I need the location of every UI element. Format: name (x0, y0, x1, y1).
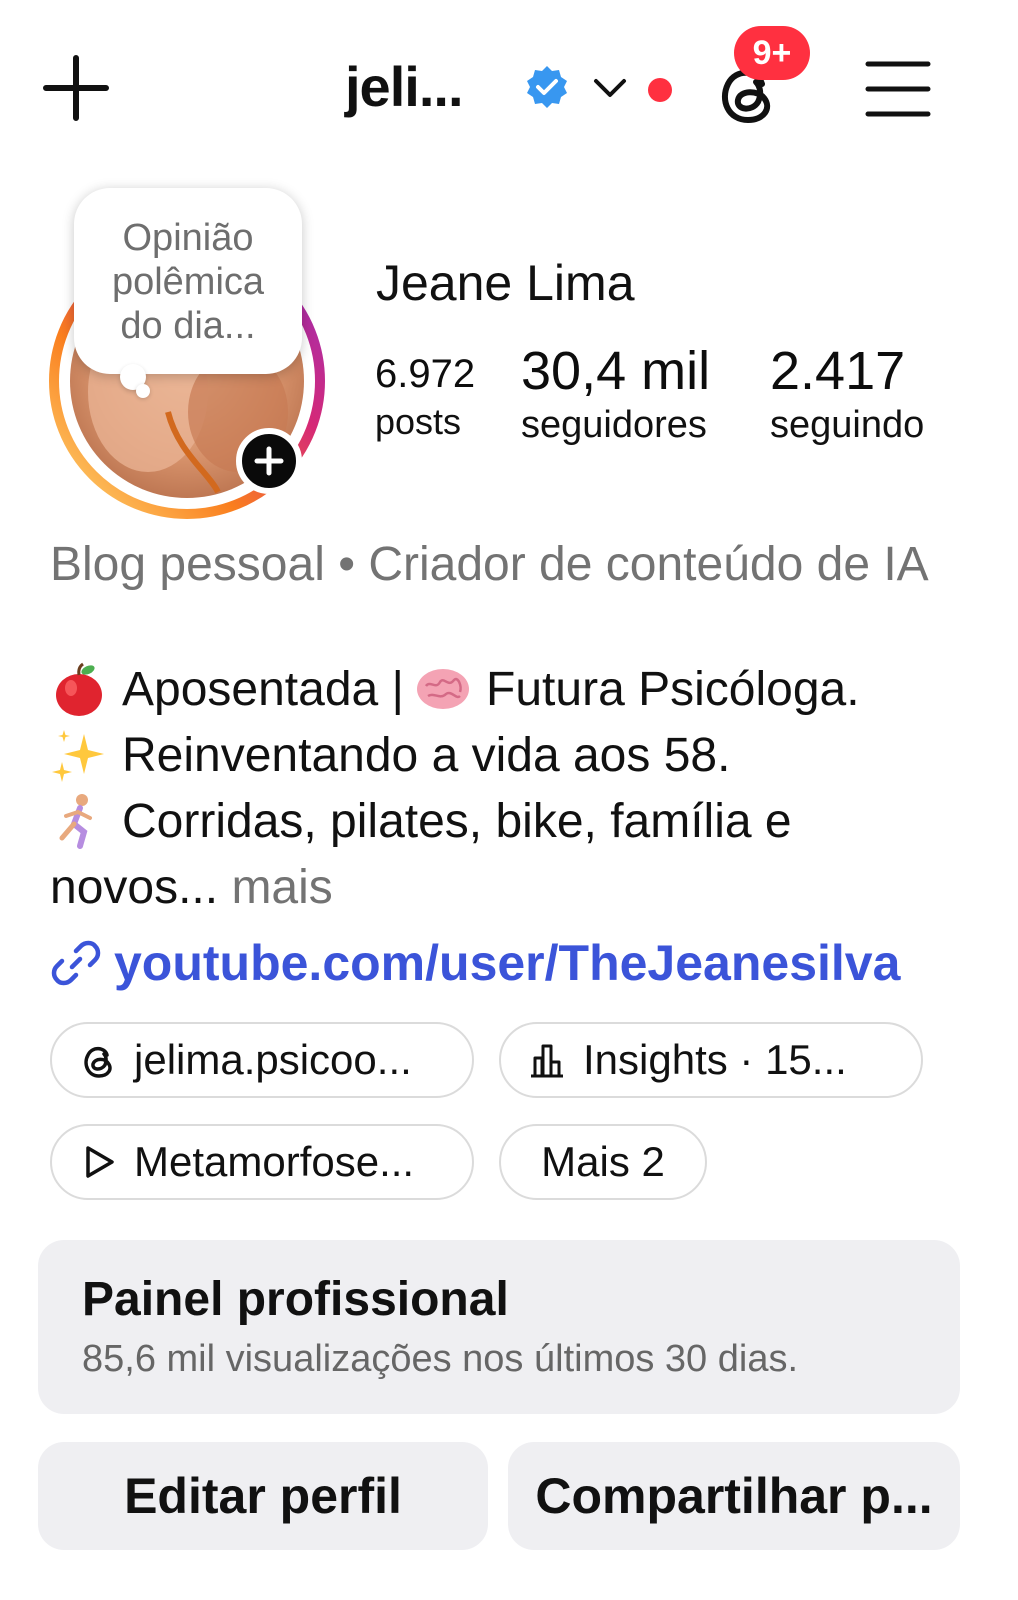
link-text: youtube.com/user/TheJeanesilva (114, 935, 901, 991)
professional-dashboard-card[interactable] (38, 1240, 960, 1414)
chip-label: jelima.psicoo... (134, 1036, 412, 1083)
plus-icon (254, 446, 284, 476)
followers-label: seguidores (521, 404, 707, 446)
threads-chip[interactable]: jelima.psicoo... (50, 1022, 474, 1098)
external-link[interactable]: youtube.com/user/TheJeanesilva (50, 934, 900, 992)
note-line: Opinião (122, 217, 254, 259)
apple-icon (56, 662, 102, 716)
followers-count: 30,4 mil (521, 341, 711, 401)
play-icon (86, 1146, 114, 1178)
username-title[interactable]: jeli... (345, 54, 463, 119)
following-count: 2.417 (770, 341, 906, 401)
bio-line-text: novos... (50, 860, 219, 914)
bio-line: Corridas, pilates, bike, família e (50, 788, 990, 854)
chip-label: Metamorfose... (134, 1138, 415, 1185)
posts-label: posts (375, 401, 462, 442)
share-profile-button[interactable]: Compartilhar p... (508, 1442, 960, 1550)
more-chips-button[interactable]: Mais 2 (499, 1124, 707, 1200)
bio-line-text: Aposentada | (122, 662, 405, 716)
profile-note[interactable]: Opinião polêmica do dia... (74, 188, 302, 374)
following-stat[interactable]: 2.417 seguindo (770, 340, 924, 447)
verified-badge-icon (527, 66, 567, 108)
sparkles-icon (52, 730, 104, 782)
profile-category: Blog pessoal • Criador de conteúdo de IA (50, 538, 929, 591)
create-plus-icon[interactable] (40, 52, 112, 124)
chip-label: Insights · 15... (583, 1036, 847, 1083)
followers-stat[interactable]: 30,4 mil seguidores (521, 340, 710, 447)
notification-badge: 9+ (734, 26, 810, 80)
edit-profile-button[interactable]: Editar perfil (38, 1442, 488, 1550)
unread-dot (648, 78, 672, 102)
bio-text: Aposentada | Futura Psicóloga. Reinventa… (50, 656, 990, 920)
bio-line: Aposentada | Futura Psicóloga. (50, 656, 990, 722)
bio-line-text: Corridas, pilates, bike, família e (122, 794, 792, 848)
insights-chip[interactable]: Insights · 15... (499, 1022, 923, 1098)
bio-line-text: Reinventando a vida aos 58. (122, 728, 731, 782)
note-tail (136, 384, 150, 398)
dashboard-subtitle: 85,6 mil visualizações nos últimos 30 di… (82, 1338, 799, 1380)
hamburger-menu-icon[interactable] (864, 58, 932, 120)
bio-line-text: Futura Psicóloga. (486, 662, 860, 716)
link-icon (51, 940, 101, 986)
posts-count: 6.972 (375, 352, 476, 396)
threads-icon (84, 1046, 112, 1078)
runner-icon (59, 794, 92, 849)
reel-chip[interactable]: Metamorfose... (50, 1124, 474, 1200)
chip-label: Mais 2 (541, 1138, 665, 1185)
following-label: seguindo (770, 404, 925, 446)
bio-line: Reinventando a vida aos 58. (50, 722, 990, 788)
brain-icon (417, 669, 470, 709)
bar-chart-icon (531, 1044, 563, 1078)
bio-line: novos... mais (50, 854, 990, 920)
dashboard-title: Painel profissional (82, 1273, 509, 1326)
note-line: do dia... (120, 305, 256, 347)
note-line: polêmica (111, 261, 265, 303)
add-story-button[interactable] (236, 428, 302, 494)
chevron-down-icon[interactable] (592, 74, 628, 102)
posts-stat: 6.972 posts (375, 352, 475, 443)
more-link[interactable]: mais (231, 860, 332, 915)
profile-name: Jeane Lima (376, 255, 635, 311)
